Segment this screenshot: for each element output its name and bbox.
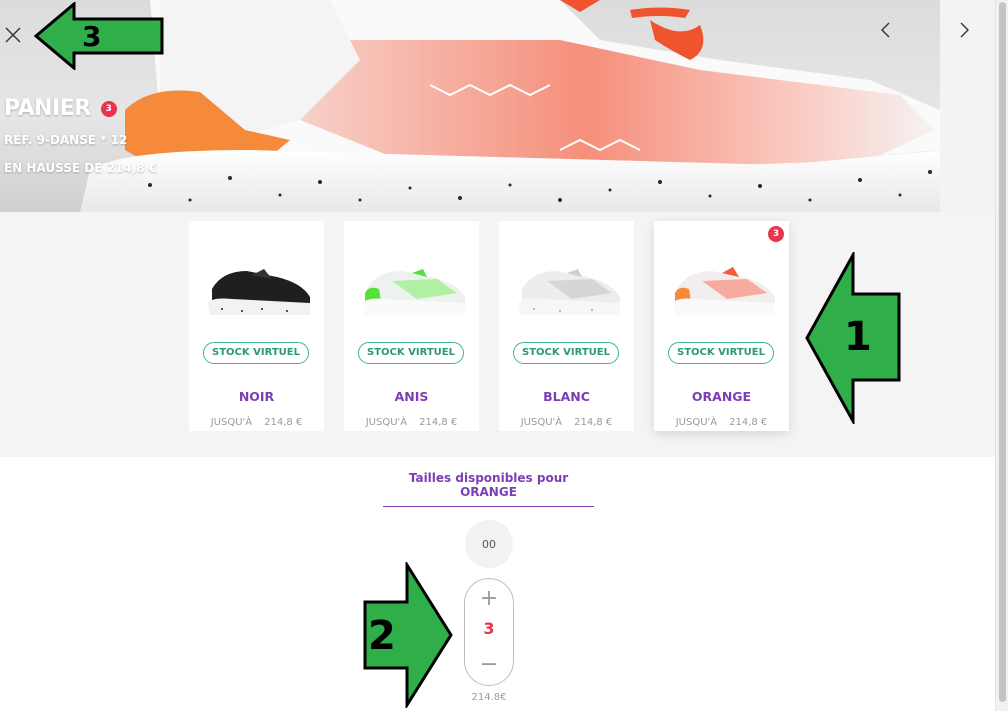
product-reference: RÉF. 9-DANSE * 12	[4, 133, 128, 147]
cart-title: PANIER	[4, 96, 91, 121]
shoe-thumbnail	[673, 267, 775, 315]
variant-price: JUSQU'À 214,8 €	[499, 417, 634, 428]
size-unit-price: 214.8€	[471, 692, 507, 703]
scrollbar-thumb[interactable]	[999, 2, 1006, 702]
vertical-scrollbar[interactable]	[995, 0, 1008, 711]
variant-quantity-badge: 3	[768, 226, 784, 242]
stock-badge: STOCK VIRTUEL	[668, 342, 774, 364]
price-value: 214,8 €	[574, 417, 613, 428]
cart-title-row: PANIER 3	[4, 96, 157, 121]
chevron-left-icon[interactable]	[879, 21, 893, 39]
quantity-stepper: + 3 −	[464, 578, 514, 686]
stock-badge: STOCK VIRTUEL	[513, 342, 619, 364]
increment-button[interactable]: +	[465, 585, 513, 613]
annotation-label: 1	[844, 314, 872, 360]
variant-name: ANIS	[394, 389, 429, 404]
decrement-button[interactable]: −	[465, 651, 513, 679]
variant-price: JUSQU'À 214,8 €	[189, 417, 324, 428]
price-prefix: JUSQU'À	[210, 417, 253, 428]
variant-card-anis[interactable]: STOCK VIRTUEL ANIS JUSQU'À 214,8 €	[344, 221, 479, 431]
quantity-value[interactable]: 3	[465, 619, 513, 638]
sizes-section-title: Tailles disponibles pour ORANGE	[383, 471, 594, 507]
selected-variant-pointer	[711, 445, 729, 457]
annotation-label: 3	[82, 20, 101, 53]
shoe-thumbnail	[518, 269, 620, 315]
stock-badge: STOCK VIRTUEL	[203, 342, 309, 364]
variant-card-orange[interactable]: 3 STOCK VIRTUEL ORANGE JUSQU'À 214,8 €	[654, 221, 789, 431]
price-rise-text: EN HAUSSE DE 214,8 €	[4, 161, 158, 175]
shoe-thumbnail	[363, 269, 465, 315]
stock-badge: STOCK VIRTUEL	[358, 342, 464, 364]
variant-name: NOIR	[238, 389, 275, 404]
annotation-arrow-2: 2	[363, 562, 453, 708]
price-prefix: JUSQU'À	[520, 417, 563, 428]
annotation-arrow-1: 1	[805, 252, 901, 424]
size-option[interactable]: 00	[465, 520, 513, 568]
price-prefix: JUSQU'À	[675, 417, 718, 428]
variant-name: BLANC	[543, 389, 590, 404]
variant-name: ORANGE	[691, 389, 752, 404]
annotation-arrow-3: 3	[34, 2, 164, 70]
variant-price: JUSQU'À 214,8 €	[654, 417, 789, 428]
cart-count-badge: 3	[100, 100, 117, 117]
hero-text-block: PANIER 3 RÉF. 9-DANSE * 12 EN HAUSSE DE …	[4, 96, 157, 175]
annotation-label: 2	[368, 613, 396, 659]
variant-card-blanc[interactable]: STOCK VIRTUEL BLANC JUSQU'À 214,8 €	[499, 221, 634, 431]
shoe-thumbnail	[208, 269, 310, 315]
close-icon[interactable]	[4, 26, 22, 44]
price-value: 214,8 €	[419, 417, 458, 428]
price-value: 214,8 €	[264, 417, 303, 428]
price-value: 214,8 €	[729, 417, 768, 428]
variant-price: JUSQU'À 214,8 €	[344, 417, 479, 428]
variant-card-noir[interactable]: STOCK VIRTUEL NOIR JUSQU'À 214,8 €	[189, 221, 324, 431]
price-prefix: JUSQU'À	[365, 417, 408, 428]
product-variant-page: PANIER 3 RÉF. 9-DANSE * 12 EN HAUSSE DE …	[0, 0, 1008, 711]
chevron-right-icon[interactable]	[957, 21, 971, 39]
